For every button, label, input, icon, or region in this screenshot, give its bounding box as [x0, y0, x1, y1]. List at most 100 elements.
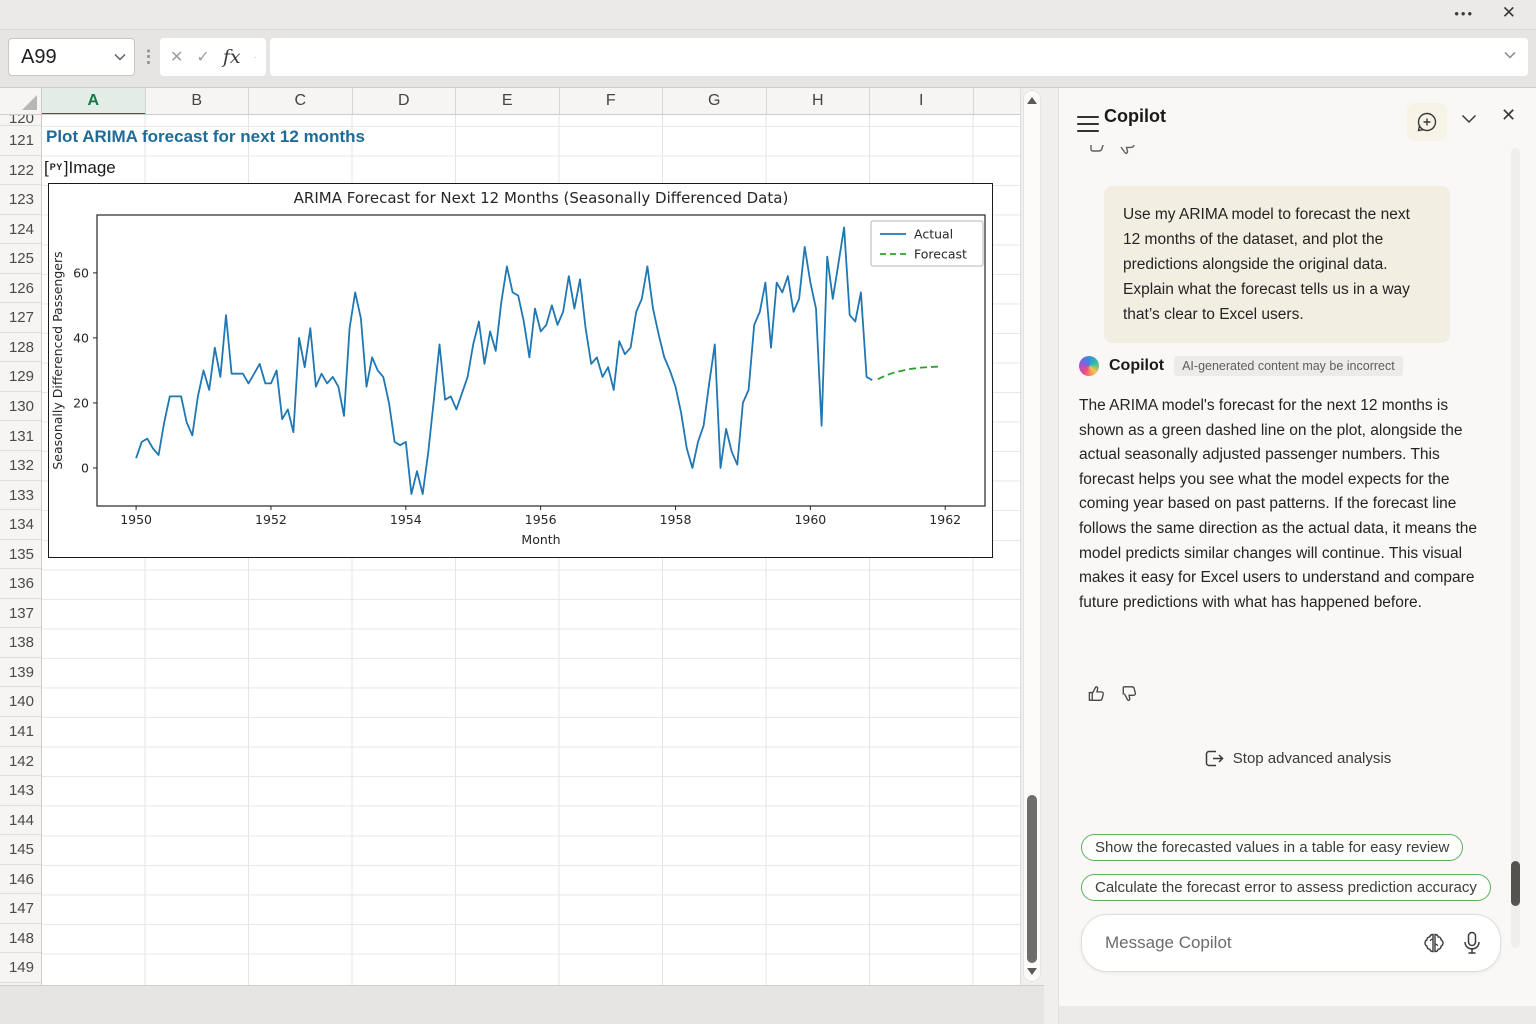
- cell-a122-label: Image: [68, 158, 115, 178]
- row-header-126[interactable]: 126: [0, 274, 41, 304]
- row-header-124[interactable]: 124: [0, 215, 41, 245]
- row-header-123[interactable]: 123: [0, 185, 41, 215]
- cancel-icon[interactable]: ✕: [170, 47, 183, 67]
- row-header-147[interactable]: 147: [0, 894, 41, 924]
- panel-gap: [1044, 88, 1058, 1024]
- column-headers: ABCDEFGHI: [42, 88, 1020, 115]
- new-chat-button[interactable]: [1407, 103, 1447, 141]
- row-headers: 1201211221231241251261271281291301311321…: [0, 115, 42, 985]
- column-header-D[interactable]: D: [353, 88, 457, 114]
- column-header-partial[interactable]: [974, 88, 1021, 114]
- x-tick-label: 1950: [120, 512, 152, 527]
- name-box-value: A99: [21, 46, 114, 69]
- thumbs-down-icon[interactable]: [1119, 684, 1138, 703]
- panel-footer: [1059, 1006, 1536, 1024]
- y-tick-label: 40: [73, 330, 89, 345]
- assistant-message-text: The ARIMA model's forecast for the next …: [1079, 394, 1493, 615]
- formula-input[interactable]: [270, 38, 1528, 76]
- row-header-135[interactable]: 135: [0, 540, 41, 570]
- column-header-B[interactable]: B: [146, 88, 250, 114]
- actual-line: [136, 227, 872, 494]
- row-header-145[interactable]: 145: [0, 835, 41, 865]
- stop-advanced-analysis-button[interactable]: Stop advanced analysis: [1059, 750, 1536, 767]
- message-input[interactable]: Message Copilot: [1081, 914, 1501, 972]
- suggestion-pill-2[interactable]: Calculate the forecast error to assess p…: [1081, 874, 1491, 901]
- window-close-icon[interactable]: ✕: [1502, 3, 1516, 23]
- more-options-icon[interactable]: •••: [1454, 6, 1474, 21]
- row-header-131[interactable]: 131: [0, 422, 41, 452]
- row-header-138[interactable]: 138: [0, 628, 41, 658]
- hamburger-menu-icon[interactable]: [1077, 116, 1099, 137]
- fx-chevron-icon[interactable]: [254, 54, 256, 61]
- chart-title: ARIMA Forecast for Next 12 Months (Seaso…: [294, 189, 789, 207]
- vertical-scrollbar-thumb[interactable]: [1027, 795, 1037, 963]
- row-header-140[interactable]: 140: [0, 687, 41, 717]
- fx-icon[interactable]: fx: [223, 46, 241, 68]
- x-tick-label: 1960: [794, 512, 826, 527]
- confirm-icon[interactable]: ✓: [196, 47, 209, 67]
- column-header-H[interactable]: H: [767, 88, 871, 114]
- row-header-120[interactable]: 120: [0, 115, 41, 126]
- row-header-133[interactable]: 133: [0, 481, 41, 511]
- stop-exit-icon: [1205, 750, 1224, 767]
- column-header-F[interactable]: F: [560, 88, 664, 114]
- suggestion-pills: Show the forecasted values in a table fo…: [1081, 834, 1491, 901]
- row-header-144[interactable]: 144: [0, 806, 41, 836]
- embedded-chart-image[interactable]: ARIMA Forecast for Next 12 Months (Seaso…: [48, 183, 993, 558]
- cell-a122-python-image[interactable]: [PY]Image: [44, 158, 116, 178]
- column-header-G[interactable]: G: [663, 88, 767, 114]
- y-tick-label: 60: [73, 265, 89, 280]
- row-header-128[interactable]: 128: [0, 333, 41, 363]
- row-header-127[interactable]: 127: [0, 303, 41, 333]
- row-header-121[interactable]: 121: [0, 126, 41, 156]
- title-bar: ••• ✕: [0, 0, 1536, 30]
- panel-scrollbar[interactable]: [1511, 148, 1520, 948]
- brain-icon[interactable]: [1422, 931, 1446, 955]
- name-box-chevron-icon[interactable]: [114, 53, 126, 61]
- thumbs-up-icon[interactable]: [1091, 145, 1104, 151]
- row-header-141[interactable]: 141: [0, 717, 41, 747]
- row-header-139[interactable]: 139: [0, 658, 41, 688]
- row-header-122[interactable]: 122: [0, 156, 41, 186]
- row-header-143[interactable]: 143: [0, 776, 41, 806]
- row-header-132[interactable]: 132: [0, 451, 41, 481]
- copilot-panel-title: Copilot: [1104, 106, 1166, 127]
- scroll-up-icon[interactable]: [1027, 97, 1037, 104]
- suggestion-pill-1[interactable]: Show the forecasted values in a table fo…: [1081, 834, 1463, 861]
- arima-forecast-chart: ARIMA Forecast for Next 12 Months (Seaso…: [49, 184, 992, 557]
- user-message-bubble: Use my ARIMA model to forecast the next …: [1104, 186, 1450, 343]
- thumbs-up-icon[interactable]: [1087, 684, 1106, 703]
- row-header-146[interactable]: 146: [0, 865, 41, 895]
- formula-bar-expand-icon[interactable]: [1504, 51, 1516, 59]
- column-header-E[interactable]: E: [456, 88, 560, 114]
- row-header-136[interactable]: 136: [0, 569, 41, 599]
- grip-dots-icon[interactable]: ⋮: [140, 47, 157, 67]
- sheet-tab-bar: AirPassengers Analysis1 + ⋮: [0, 985, 1044, 1024]
- row-header-137[interactable]: 137: [0, 599, 41, 629]
- python-icon: PY: [50, 162, 63, 172]
- ai-disclaimer-badge: AI-generated content may be incorrect: [1174, 356, 1403, 376]
- row-header-129[interactable]: 129: [0, 362, 41, 392]
- row-header-142[interactable]: 142: [0, 747, 41, 777]
- row-header-125[interactable]: 125: [0, 244, 41, 274]
- row-header-130[interactable]: 130: [0, 392, 41, 422]
- thumbs-down-icon[interactable]: [1121, 145, 1135, 153]
- close-panel-icon[interactable]: ✕: [1501, 105, 1516, 126]
- column-header-C[interactable]: C: [249, 88, 353, 114]
- x-tick-label: 1958: [660, 512, 692, 527]
- column-header-A[interactable]: A: [42, 88, 146, 115]
- column-header-I[interactable]: I: [870, 88, 974, 114]
- cell-a121-heading[interactable]: Plot ARIMA forecast for next 12 months: [46, 127, 365, 147]
- assistant-message-header: Copilot AI-generated content may be inco…: [1079, 356, 1403, 376]
- row-header-134[interactable]: 134: [0, 510, 41, 540]
- y-axis-label: Seasonally Differenced Passengers: [50, 251, 65, 469]
- x-tick-label: 1956: [525, 512, 557, 527]
- collapse-chevron-icon[interactable]: [1461, 114, 1477, 124]
- mic-icon[interactable]: [1462, 931, 1482, 955]
- select-all-corner[interactable]: [0, 88, 42, 115]
- scroll-down-icon[interactable]: [1027, 968, 1037, 975]
- name-box[interactable]: A99: [8, 38, 135, 76]
- panel-scrollbar-thumb[interactable]: [1511, 861, 1520, 906]
- row-header-148[interactable]: 148: [0, 924, 41, 954]
- row-header-149[interactable]: 149: [0, 953, 41, 983]
